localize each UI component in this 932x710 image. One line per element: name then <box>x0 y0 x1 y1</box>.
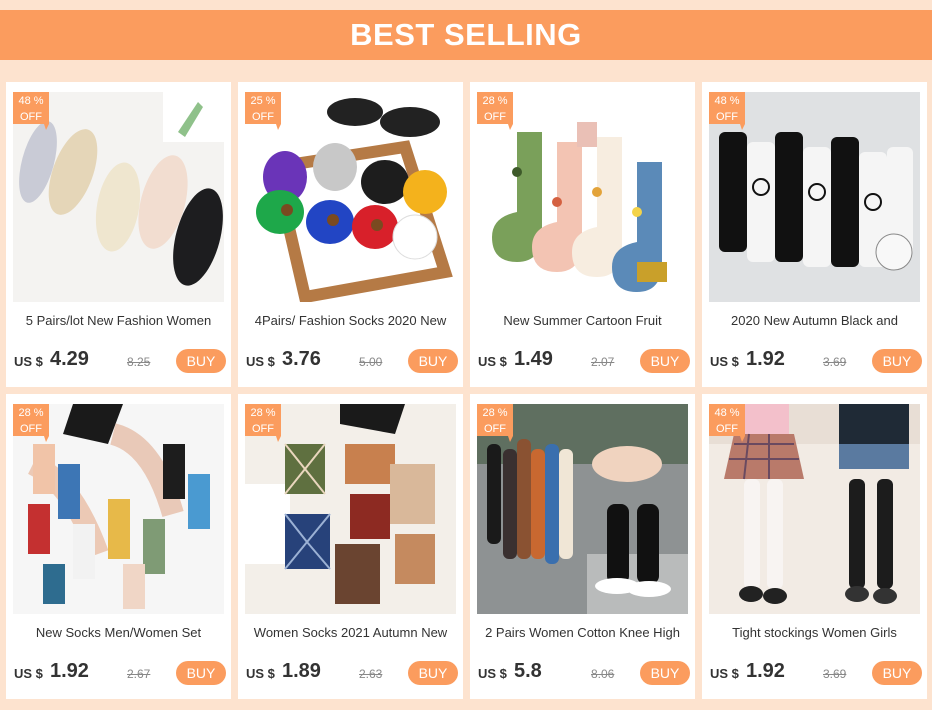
buy-button[interactable]: BUY <box>408 349 458 373</box>
discount-percent: 28 % <box>18 407 44 419</box>
currency-label: US $ <box>710 666 739 681</box>
price-row: US $ 4.29 8.25 BUY <box>14 347 226 375</box>
sale-price: 1.92 <box>746 348 785 370</box>
product-card[interactable]: 48 % OFF 5 Pairs/lot New Fashion Women U… <box>6 82 231 387</box>
currency-label: US $ <box>246 666 275 681</box>
sale-price: 1.92 <box>746 660 785 682</box>
sale-price: 5.8 <box>514 660 542 682</box>
buy-button[interactable]: BUY <box>872 661 922 685</box>
discount-off-label: OFF <box>252 111 274 123</box>
banner-title: BEST SELLING <box>350 17 582 52</box>
price-row: US $ 1.89 2.63 BUY <box>246 659 458 687</box>
best-selling-banner: BEST SELLING <box>0 10 932 60</box>
product-title[interactable]: 4Pairs/ Fashion Socks 2020 New <box>242 313 459 328</box>
original-price: 3.69 <box>823 667 847 681</box>
discount-percent: 48 % <box>714 95 740 107</box>
product-title[interactable]: Women Socks 2021 Autumn New <box>242 625 459 640</box>
currency-label: US $ <box>710 354 739 369</box>
price-row: US $ 5.8 8.06 BUY <box>478 659 690 687</box>
buy-button[interactable]: BUY <box>640 349 690 373</box>
original-price: 2.67 <box>127 667 151 681</box>
product-title[interactable]: Tight stockings Women Girls <box>706 625 923 640</box>
product-title[interactable]: 5 Pairs/lot New Fashion Women <box>10 313 227 328</box>
price-row: US $ 3.76 5.00 BUY <box>246 347 458 375</box>
product-card[interactable]: 28 % OFF 2 Pairs Women Cotton Knee High … <box>470 394 695 699</box>
discount-badge: 48 % OFF <box>709 92 745 130</box>
original-price: 3.69 <box>823 355 847 369</box>
product-title[interactable]: New Summer Cartoon Fruit <box>474 313 691 328</box>
price-row: US $ 1.92 2.67 BUY <box>14 659 226 687</box>
discount-off-label: OFF <box>716 423 738 435</box>
discount-percent: 25 % <box>250 95 276 107</box>
price-row: US $ 1.49 2.07 BUY <box>478 347 690 375</box>
discount-badge: 48 % OFF <box>13 92 49 130</box>
original-price: 8.06 <box>591 667 615 681</box>
buy-button[interactable]: BUY <box>872 349 922 373</box>
original-price: 2.63 <box>359 667 383 681</box>
product-title[interactable]: 2 Pairs Women Cotton Knee High <box>474 625 691 640</box>
discount-percent: 48 % <box>18 95 44 107</box>
product-title[interactable]: New Socks Men/Women Set <box>10 625 227 640</box>
discount-off-label: OFF <box>716 111 738 123</box>
product-card[interactable]: 28 % OFF New Socks Men/Women Set US $ 1.… <box>6 394 231 699</box>
currency-label: US $ <box>478 354 507 369</box>
price-row: US $ 1.92 3.69 BUY <box>710 659 922 687</box>
original-price: 5.00 <box>359 355 383 369</box>
product-card[interactable]: 28 % OFF New Summer Cartoon Fruit US $ 1… <box>470 82 695 387</box>
discount-off-label: OFF <box>20 423 42 435</box>
currency-label: US $ <box>246 354 275 369</box>
discount-percent: 28 % <box>482 95 508 107</box>
discount-badge: 28 % OFF <box>477 92 513 130</box>
original-price: 8.25 <box>127 355 151 369</box>
sale-price: 4.29 <box>50 348 89 370</box>
discount-percent: 48 % <box>714 407 740 419</box>
product-card[interactable]: 48 % OFF Tight stockings Women Girls US … <box>702 394 927 699</box>
product-card[interactable]: 25 % OFF 4Pairs/ Fashion Socks 2020 New … <box>238 82 463 387</box>
buy-button[interactable]: BUY <box>176 661 226 685</box>
buy-button[interactable]: BUY <box>176 349 226 373</box>
product-card[interactable]: 28 % OFF Women Socks 2021 Autumn New US … <box>238 394 463 699</box>
currency-label: US $ <box>478 666 507 681</box>
discount-off-label: OFF <box>252 423 274 435</box>
product-title[interactable]: 2020 New Autumn Black and <box>706 313 923 328</box>
price-row: US $ 1.92 3.69 BUY <box>710 347 922 375</box>
discount-badge: 28 % OFF <box>13 404 49 442</box>
sale-price: 3.76 <box>282 348 321 370</box>
currency-label: US $ <box>14 354 43 369</box>
discount-off-label: OFF <box>20 111 42 123</box>
discount-badge: 28 % OFF <box>477 404 513 442</box>
discount-badge: 25 % OFF <box>245 92 281 130</box>
sale-price: 1.49 <box>514 348 553 370</box>
buy-button[interactable]: BUY <box>408 661 458 685</box>
discount-off-label: OFF <box>484 111 506 123</box>
discount-badge: 48 % OFF <box>709 404 745 442</box>
currency-label: US $ <box>14 666 43 681</box>
discount-off-label: OFF <box>484 423 506 435</box>
discount-percent: 28 % <box>250 407 276 419</box>
original-price: 2.07 <box>591 355 615 369</box>
discount-badge: 28 % OFF <box>245 404 281 442</box>
sale-price: 1.89 <box>282 660 321 682</box>
sale-price: 1.92 <box>50 660 89 682</box>
product-grid: 48 % OFF 5 Pairs/lot New Fashion Women U… <box>6 82 928 699</box>
buy-button[interactable]: BUY <box>640 661 690 685</box>
discount-percent: 28 % <box>482 407 508 419</box>
product-card[interactable]: 48 % OFF 2020 New Autumn Black and US $ … <box>702 82 927 387</box>
